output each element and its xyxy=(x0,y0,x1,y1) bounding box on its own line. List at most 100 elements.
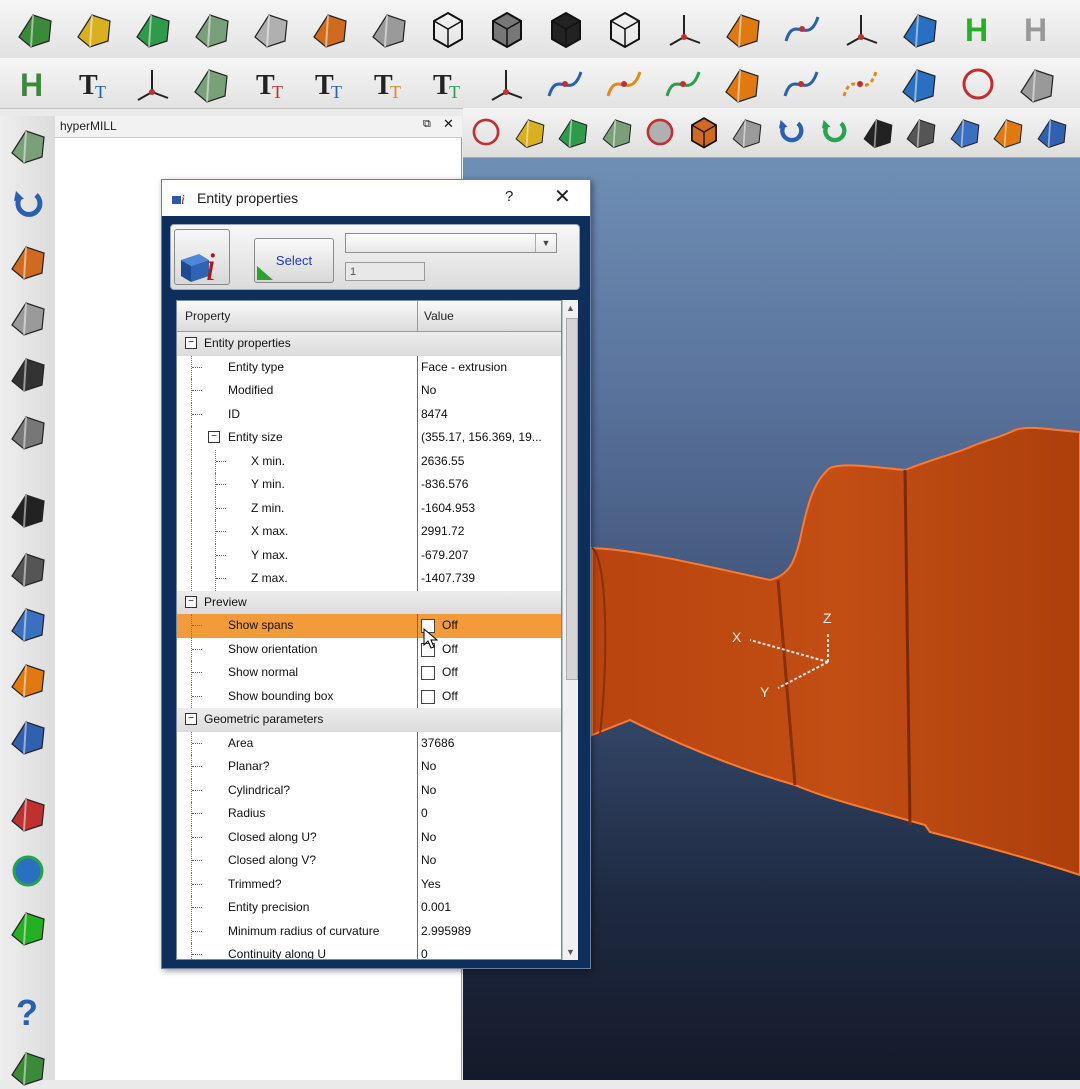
property-row[interactable]: Z max. -1407.739 xyxy=(177,567,561,592)
property-row[interactable]: X min. 2636.55 xyxy=(177,449,561,474)
close-button[interactable]: ✕ xyxy=(554,184,571,209)
r-check-icon[interactable] xyxy=(902,113,940,151)
pocket-icon[interactable] xyxy=(12,6,58,52)
cross-split-icon[interactable] xyxy=(5,904,50,949)
select-button[interactable]: Select xyxy=(254,238,334,283)
category-row[interactable]: − Geometric parameters xyxy=(177,708,561,733)
merge-icon[interactable] xyxy=(598,113,636,151)
text-pencil-icon[interactable]: TT xyxy=(425,62,469,106)
power-icon[interactable] xyxy=(467,113,505,151)
property-row[interactable]: X max. 2991.72 xyxy=(177,520,561,545)
corner-icon[interactable] xyxy=(1015,62,1059,106)
text-slant-icon[interactable]: TT xyxy=(307,62,351,106)
arrow-left-icon[interactable] xyxy=(859,113,897,151)
panel-restore-icon[interactable]: ⧉ xyxy=(423,118,431,131)
import-icon[interactable] xyxy=(511,113,549,151)
collapse-icon[interactable]: − xyxy=(208,431,220,443)
split-icon[interactable] xyxy=(5,790,50,835)
collapse-icon[interactable]: − xyxy=(185,713,197,725)
blue-surface-icon[interactable] xyxy=(5,294,50,339)
undo-arrow-icon[interactable] xyxy=(5,182,50,227)
wrench-icon[interactable]: H xyxy=(12,62,56,106)
wireframe-box-icon[interactable] xyxy=(425,6,471,52)
rounded-rect-icon[interactable] xyxy=(5,713,50,758)
delete-cross-icon[interactable] xyxy=(5,238,50,283)
property-row[interactable]: Show spans Off xyxy=(177,614,561,639)
sphere-icon[interactable] xyxy=(720,62,764,106)
scroll-down-icon[interactable]: ▼ xyxy=(566,947,575,957)
rectangle-icon[interactable] xyxy=(897,62,941,106)
circle-r-icon[interactable] xyxy=(956,62,1000,106)
frame-icon[interactable] xyxy=(5,656,50,701)
layer-icon[interactable] xyxy=(989,113,1027,151)
redo-icon[interactable] xyxy=(815,113,853,151)
xyz-arrow-icon[interactable] xyxy=(130,62,174,106)
swept-icon[interactable] xyxy=(5,545,50,590)
solid-box-icon[interactable] xyxy=(484,6,530,52)
text-tt-icon[interactable]: TT xyxy=(248,62,292,106)
list-icon[interactable] xyxy=(5,122,50,167)
help-icon[interactable]: ? xyxy=(5,988,50,1033)
cylinder-stack-icon[interactable] xyxy=(130,6,176,52)
boss-icon[interactable] xyxy=(71,6,117,52)
gear-icon[interactable] xyxy=(641,113,679,151)
polyhedron-icon[interactable] xyxy=(602,6,648,52)
property-row[interactable]: Minimum radius of curvature 2.995989 xyxy=(177,919,561,944)
v-curve-icon[interactable] xyxy=(779,62,823,106)
curve-point-icon[interactable] xyxy=(602,62,646,106)
property-row[interactable]: Closed along U? No xyxy=(177,825,561,850)
entity-filter-dropdown[interactable]: ▼ xyxy=(345,233,557,253)
property-row[interactable]: Planar? No xyxy=(177,755,561,780)
dark-box-icon[interactable] xyxy=(543,6,589,52)
property-row[interactable]: − Entity size (355.17, 156.369, 19... xyxy=(177,426,561,451)
property-row[interactable]: Show bounding box Off xyxy=(177,684,561,709)
pipe-icon[interactable] xyxy=(5,350,50,395)
property-row[interactable]: ID 8474 xyxy=(177,402,561,427)
value-column-header[interactable]: Value xyxy=(424,309,454,323)
arc-point-icon[interactable] xyxy=(543,62,587,106)
tool-holder-icon[interactable] xyxy=(366,6,412,52)
property-row[interactable]: Z min. -1604.953 xyxy=(177,496,561,521)
collapse-icon[interactable]: − xyxy=(185,337,197,349)
lasso-icon[interactable] xyxy=(946,113,984,151)
export-icon[interactable] xyxy=(554,113,592,151)
layers-red-icon[interactable] xyxy=(5,600,50,645)
scroll-thumb[interactable] xyxy=(566,318,578,680)
toggle-checkbox[interactable] xyxy=(421,689,435,704)
disk-icon[interactable] xyxy=(5,848,50,893)
property-row[interactable]: Cylindrical? No xyxy=(177,778,561,803)
toggle-checkbox[interactable] xyxy=(421,666,435,680)
text-panel-icon[interactable]: TT xyxy=(71,62,115,106)
help-button[interactable]: ? xyxy=(505,188,513,205)
property-row[interactable]: Show orientation Off xyxy=(177,637,561,662)
property-row[interactable]: Show normal Off xyxy=(177,661,561,686)
property-row[interactable]: Modified No xyxy=(177,379,561,404)
property-grid-scrollbar[interactable]: ▲ ▼ xyxy=(562,300,578,960)
part-10-icon[interactable] xyxy=(189,62,233,106)
h-green-icon[interactable]: H xyxy=(956,6,1002,52)
aircraft-icon[interactable] xyxy=(248,6,294,52)
property-row[interactable]: Trimmed? Yes xyxy=(177,872,561,897)
orange-plane-icon[interactable] xyxy=(720,6,766,52)
property-row[interactable]: Area 37686 xyxy=(177,731,561,756)
fill-surface-icon[interactable] xyxy=(5,486,50,531)
scroll-up-icon[interactable]: ▲ xyxy=(566,303,575,313)
magnet-icon[interactable] xyxy=(897,6,943,52)
selection-count-field[interactable]: 1 xyxy=(345,262,425,281)
info-2i-icon[interactable] xyxy=(728,113,766,151)
collapse-icon[interactable]: − xyxy=(185,595,197,608)
category-row[interactable]: − Preview xyxy=(177,590,561,615)
star-icon[interactable] xyxy=(307,6,353,52)
property-row[interactable]: Y max. -679.207 xyxy=(177,543,561,568)
point-axes-icon[interactable] xyxy=(838,6,884,52)
property-row[interactable]: Y min. -836.576 xyxy=(177,473,561,498)
property-row[interactable]: Continuity along U 0 xyxy=(177,943,561,959)
hat-red-icon[interactable] xyxy=(5,408,50,453)
xyz-point-icon[interactable] xyxy=(484,62,528,106)
property-row[interactable]: Entity precision 0.001 xyxy=(177,896,561,921)
text-dot-icon[interactable]: TT xyxy=(366,62,410,106)
property-row[interactable]: Radius 0 xyxy=(177,802,561,827)
curve-axes-icon[interactable] xyxy=(779,6,825,52)
category-row[interactable]: − Entity properties xyxy=(177,332,561,357)
property-row[interactable]: Closed along V? No xyxy=(177,849,561,874)
